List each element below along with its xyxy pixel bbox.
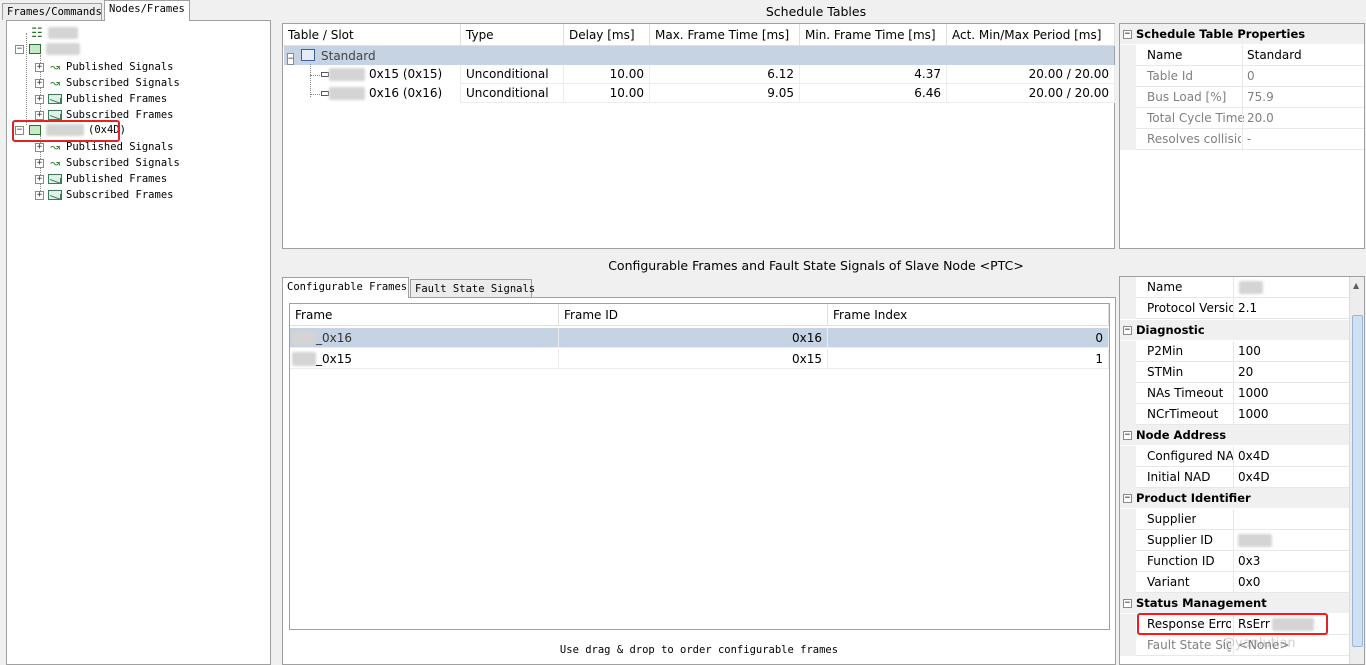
expand-icon[interactable]: + [35, 190, 44, 200]
table-row-standard[interactable] [284, 46, 1114, 65]
schedule-tables-title: Schedule Tables [765, 4, 867, 19]
slot-icon [321, 91, 329, 96]
collapse-icon[interactable]: − [1123, 30, 1132, 39]
expand-icon[interactable]: + [35, 78, 44, 88]
configurable-frames-title: Configurable Frames and Fault State Sign… [608, 258, 1024, 273]
tab-configurable-frames[interactable]: Configurable Frames [282, 277, 409, 298]
node-tree: ☷ − + ↝ Published Signals + ↝ Subscribed… [6, 20, 271, 665]
schedule-table-name: Standard [321, 49, 376, 63]
table-row[interactable]: 0x15 (0x15) [283, 65, 461, 84]
prop-table-id[interactable]: Table Id 0 [1120, 66, 1364, 87]
col-header-frame-id[interactable]: Frame ID [559, 304, 828, 326]
signal-icon: ↝ [49, 156, 61, 170]
tree-item-subscribed-frames[interactable]: + Subscribed Frames [35, 187, 173, 203]
prop-stmin[interactable]: STMin 20 [1120, 362, 1349, 383]
prop-protocol-version[interactable]: Protocol Version 2.1 [1120, 298, 1349, 319]
prop-supplier-id[interactable]: Supplier ID [1120, 530, 1349, 551]
tree-item-published-signals[interactable]: + ↝ Published Signals [35, 139, 173, 155]
collapse-icon[interactable]: − [1123, 599, 1132, 608]
expand-icon[interactable]: + [35, 142, 44, 152]
collapse-icon[interactable]: − [1123, 326, 1132, 335]
prop-name[interactable]: Name Standard [1120, 45, 1364, 66]
tree-item-published-frames[interactable]: + Published Frames [35, 171, 167, 187]
table-row[interactable]: 0x16 (0x16) [283, 84, 461, 103]
prop-p2min[interactable]: P2Min 100 [1120, 341, 1349, 362]
tree-item-published-signals[interactable]: + ↝ Published Signals [35, 59, 173, 75]
drag-drop-hint: Use drag & drop to order configurable fr… [559, 644, 839, 656]
tree-item-subscribed-signals[interactable]: + ↝ Subscribed Signals [35, 155, 180, 171]
col-header-act-period[interactable]: Act. Min/Max Period [ms] [947, 24, 1115, 46]
prop-initial-nad[interactable]: Initial NAD 0x4D [1120, 467, 1349, 488]
frame-icon [47, 173, 63, 186]
category-node-address[interactable]: − Node Address [1120, 425, 1349, 445]
expand-icon[interactable]: + [35, 158, 44, 168]
col-header-frame[interactable]: Frame [290, 304, 559, 326]
col-header-table-slot[interactable]: Table / Slot [283, 24, 461, 46]
frame-icon [47, 189, 63, 202]
signal-icon: ↝ [49, 60, 61, 74]
slot-icon [321, 72, 329, 77]
tree-root[interactable]: ☷ [29, 25, 78, 41]
frame-icon [47, 93, 63, 106]
expand-icon[interactable]: + [35, 174, 44, 184]
prop-resolves-collisions[interactable]: Resolves collisions - [1120, 129, 1364, 150]
prop-name[interactable]: Name [1120, 277, 1349, 298]
configurable-frames-pane: Frame Frame ID Frame Index _0x16 0x16 0 … [282, 297, 1116, 665]
scrollbar-thumb[interactable] [1352, 315, 1363, 647]
signal-icon: ↝ [49, 140, 61, 154]
prop-bus-load[interactable]: Bus Load [%] 75.9 [1120, 87, 1364, 108]
prop-variant[interactable]: Variant 0x0 [1120, 572, 1349, 593]
col-header-type[interactable]: Type [461, 24, 564, 46]
table-icon [301, 49, 315, 61]
prop-ncr-timeout[interactable]: NCrTimeout 1000 [1120, 404, 1349, 425]
tab-frames-commands[interactable]: Frames/Commands [2, 3, 102, 20]
tab-fault-state-signals[interactable]: Fault State Signals [410, 279, 535, 298]
expand-icon[interactable]: + [35, 110, 44, 120]
col-header-delay[interactable]: Delay [ms] [564, 24, 650, 46]
tree-node-1[interactable]: − [15, 41, 80, 57]
schedule-properties-grid: − Schedule Table Properties Name Standard… [1119, 23, 1365, 249]
prop-supplier[interactable]: Supplier [1120, 509, 1349, 530]
col-header-frame-index[interactable]: Frame Index [828, 304, 1109, 326]
collapse-icon[interactable]: − [1123, 494, 1132, 503]
category-product-identifier[interactable]: − Product Identifier [1120, 488, 1349, 508]
category-schedule-table-properties[interactable]: − Schedule Table Properties [1120, 24, 1364, 44]
tree-item-published-frames[interactable]: + Published Frames [35, 91, 167, 107]
prop-function-id[interactable]: Function ID 0x3 [1120, 551, 1349, 572]
tab-nodes-frames[interactable]: Nodes/Frames [104, 0, 190, 21]
table-row[interactable]: _0x15 [290, 349, 559, 369]
collapse-icon[interactable]: − [1123, 431, 1132, 440]
left-tab-strip: Frames/Commands Nodes/Frames [2, 0, 270, 21]
schedule-table-grid: Table / Slot Type Delay [ms] Max. Frame … [282, 23, 1115, 249]
watermark: @yanlutian [1222, 636, 1296, 651]
node-icon [27, 43, 43, 56]
configurable-frames-grid: Frame Frame ID Frame Index _0x16 0x16 0 … [289, 303, 1110, 630]
col-header-max-frame-time[interactable]: Max. Frame Time [ms] [650, 24, 800, 46]
prop-configured-nad[interactable]: Configured NAD 0x4D [1120, 446, 1349, 467]
expand-icon[interactable]: + [35, 62, 44, 72]
vertical-scrollbar[interactable]: ▲ [1349, 277, 1364, 664]
node-properties-grid: ▲ Name Protocol Version 2.1 −Diagnostic … [1119, 276, 1365, 665]
expand-icon[interactable]: + [35, 94, 44, 104]
collapse-icon[interactable]: − [287, 53, 295, 65]
network-icon: ☷ [31, 25, 43, 41]
collapse-icon[interactable]: − [15, 44, 24, 54]
scroll-up-icon[interactable]: ▲ [1353, 281, 1359, 290]
signal-icon: ↝ [49, 76, 61, 90]
prop-nas-timeout[interactable]: NAs Timeout 1000 [1120, 383, 1349, 404]
category-status-management[interactable]: − Status Management [1120, 593, 1349, 613]
highlight-box [1137, 613, 1328, 635]
category-diagnostic[interactable]: − Diagnostic [1120, 320, 1349, 340]
col-header-min-frame-time[interactable]: Min. Frame Time [ms] [800, 24, 947, 46]
tree-item-subscribed-signals[interactable]: + ↝ Subscribed Signals [35, 75, 180, 91]
prop-total-cycle-time[interactable]: Total Cycle Time 20.0 [1120, 108, 1364, 129]
